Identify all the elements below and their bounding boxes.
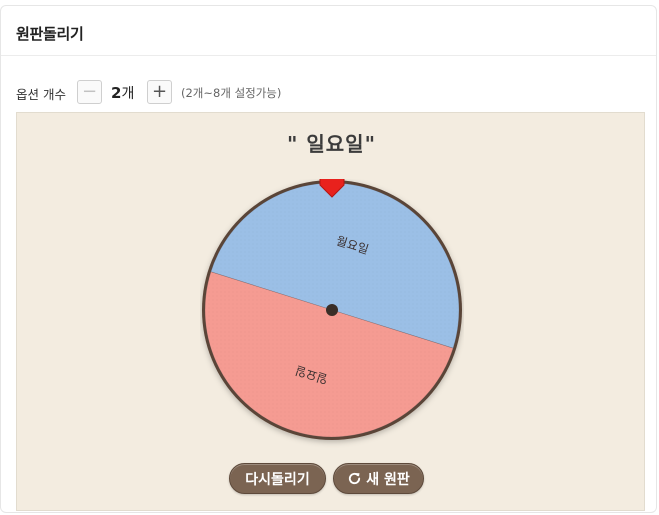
page-title: 원판돌리기 — [16, 25, 84, 43]
wheel-stage: " 일요일" 월요일 일요일 다시돌리기 새 원판 — [16, 112, 645, 511]
increase-button[interactable]: + — [147, 80, 172, 104]
wheel-hub — [326, 304, 338, 316]
spin-again-label: 다시돌리기 — [245, 471, 310, 488]
refresh-icon — [349, 472, 361, 485]
new-wheel-label: 새 원판 — [366, 471, 410, 488]
result-text: " 일요일" — [286, 132, 376, 156]
option-count-unit: 개 — [121, 86, 135, 102]
spin-again-button[interactable]: 다시돌리기 — [229, 463, 326, 494]
roulette-wheel[interactable]: 월요일일요일 — [200, 179, 464, 449]
decrease-button[interactable]: − — [77, 80, 102, 104]
new-wheel-button[interactable]: 새 원판 — [333, 463, 424, 494]
roulette-card: 원판돌리기 옵션 개수 − 2개 + (2개~8개 설정가능) " 일요일" 월… — [0, 5, 657, 513]
action-buttons: 다시돌리기 새 원판 — [229, 463, 424, 494]
range-note: (2개~8개 설정가능) — [181, 86, 282, 100]
option-count: 2개 — [111, 83, 134, 103]
header-divider — [1, 55, 656, 56]
option-count-label: 옵션 개수 — [16, 87, 66, 102]
option-count-value: 2 — [111, 84, 122, 102]
